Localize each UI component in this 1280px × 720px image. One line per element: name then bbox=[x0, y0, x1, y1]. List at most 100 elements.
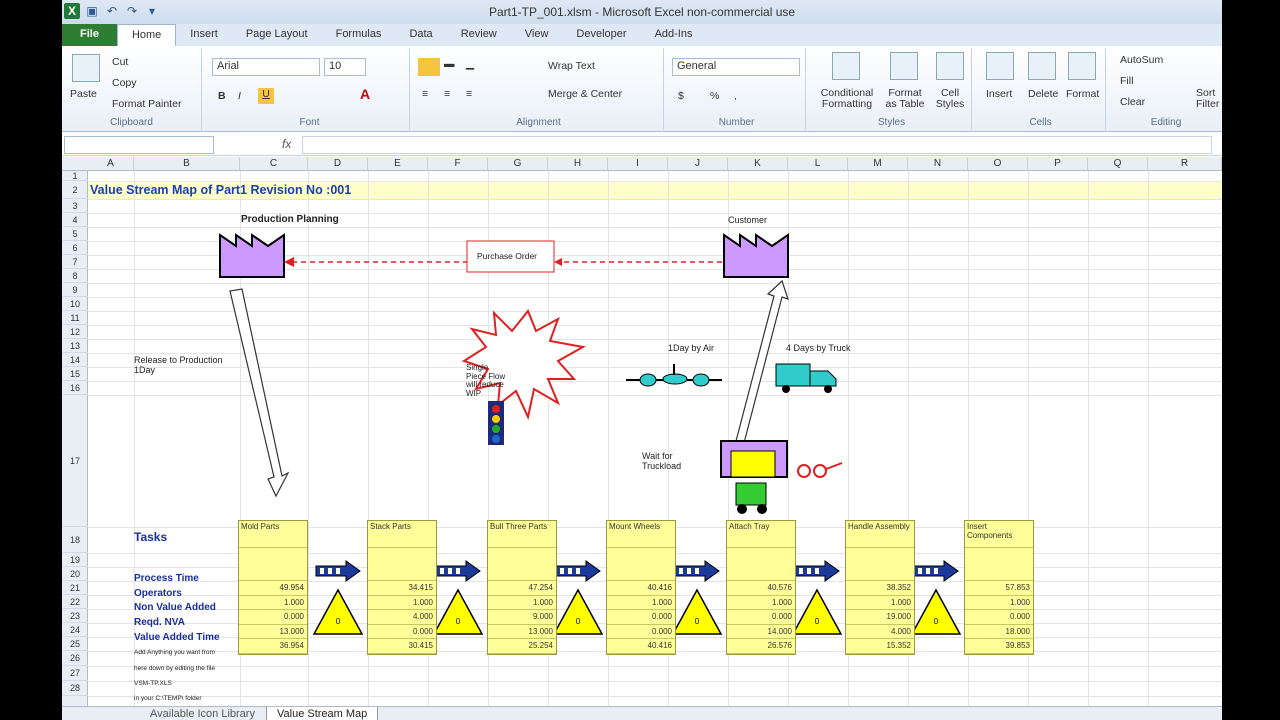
column-header[interactable]: F bbox=[428, 157, 488, 171]
column-header[interactable]: L bbox=[788, 157, 848, 171]
wrap-text-button[interactable]: Wrap Text bbox=[548, 60, 595, 72]
cell-styles-button[interactable]: Cell Styles bbox=[930, 88, 970, 110]
align-right-icon[interactable]: ≡ bbox=[466, 88, 472, 100]
task-value[interactable]: 19.000 bbox=[846, 610, 914, 625]
insert-cells-icon[interactable] bbox=[986, 52, 1014, 80]
row-header[interactable]: 3 bbox=[62, 199, 88, 213]
customer-factory-icon[interactable] bbox=[723, 233, 789, 278]
task-value[interactable]: 36.954 bbox=[239, 639, 307, 654]
task-value[interactable]: 1.000 bbox=[846, 596, 914, 611]
row-header[interactable]: 10 bbox=[62, 297, 88, 311]
column-header[interactable]: O bbox=[968, 157, 1028, 171]
task-value[interactable]: 1.000 bbox=[727, 596, 795, 611]
task-box[interactable]: Stack Parts 34.415 1.000 4.000 0.000 30.415 bbox=[367, 520, 437, 655]
task-value[interactable]: 0.000 bbox=[607, 625, 675, 640]
row-header[interactable]: 16 bbox=[62, 381, 88, 395]
row-header[interactable]: 20 bbox=[62, 567, 88, 581]
format-painter-button[interactable]: Format Painter bbox=[112, 98, 181, 110]
inventory-triangle-icon[interactable] bbox=[552, 588, 604, 635]
column-header[interactable]: E bbox=[368, 157, 428, 171]
underline-button[interactable]: U bbox=[258, 88, 274, 104]
percent-button[interactable]: % bbox=[710, 90, 719, 102]
task-value[interactable]: 13.000 bbox=[488, 625, 556, 640]
format-as-table-icon[interactable] bbox=[890, 52, 918, 80]
column-header[interactable]: K bbox=[728, 157, 788, 171]
task-value[interactable]: 40.576 bbox=[727, 581, 795, 596]
task-value[interactable]: 13.000 bbox=[239, 625, 307, 640]
merge-center-button[interactable]: Merge & Center bbox=[548, 88, 622, 100]
task-value[interactable]: 40.416 bbox=[607, 639, 675, 654]
push-arrow-icon[interactable] bbox=[315, 560, 361, 582]
tab-formulas[interactable]: Formulas bbox=[322, 24, 396, 46]
task-value[interactable]: 1.000 bbox=[965, 596, 1033, 611]
row-header[interactable]: 18 bbox=[62, 527, 88, 553]
row-header[interactable]: 12 bbox=[62, 325, 88, 339]
task-value[interactable]: 15.352 bbox=[846, 639, 914, 654]
inventory-triangle-icon[interactable] bbox=[671, 588, 723, 635]
sheet-tab-vsm[interactable]: Value Stream Map bbox=[266, 707, 379, 720]
column-header[interactable]: J bbox=[668, 157, 728, 171]
cut-button[interactable]: Cut bbox=[112, 56, 128, 68]
row-header[interactable]: 2 bbox=[62, 181, 88, 199]
column-header[interactable]: A bbox=[88, 157, 134, 171]
delete-cells-icon[interactable] bbox=[1028, 52, 1056, 80]
tab-page-layout[interactable]: Page Layout bbox=[232, 24, 322, 46]
row-header[interactable]: 14 bbox=[62, 353, 88, 367]
sort-filter-button[interactable]: Sort Filter bbox=[1196, 88, 1222, 110]
conditional-formatting-icon[interactable] bbox=[832, 52, 860, 80]
delete-cells-button[interactable]: Delete bbox=[1028, 88, 1058, 100]
production-planning-factory-icon[interactable] bbox=[219, 233, 285, 278]
task-value[interactable]: 39.853 bbox=[965, 639, 1033, 654]
shipment-arrow[interactable] bbox=[735, 279, 789, 444]
cell-styles-icon[interactable] bbox=[936, 52, 964, 80]
row-header[interactable]: 4 bbox=[62, 213, 88, 227]
task-value[interactable]: 4.000 bbox=[846, 625, 914, 640]
align-left-icon[interactable]: ≡ bbox=[422, 88, 428, 100]
tab-view[interactable]: View bbox=[511, 24, 563, 46]
row-header[interactable]: 26 bbox=[62, 651, 88, 666]
row-header[interactable]: 15 bbox=[62, 367, 88, 381]
push-arrow-icon[interactable] bbox=[794, 560, 840, 582]
row-header[interactable]: 27 bbox=[62, 666, 88, 681]
copy-button[interactable]: Copy bbox=[112, 77, 137, 89]
push-arrow-icon[interactable] bbox=[435, 560, 481, 582]
task-value[interactable]: 1.000 bbox=[239, 596, 307, 611]
inventory-triangle-icon[interactable] bbox=[910, 588, 962, 635]
number-format-select[interactable]: General bbox=[672, 58, 800, 76]
row-header[interactable]: 7 bbox=[62, 255, 88, 269]
row-header[interactable]: 25 bbox=[62, 637, 88, 651]
push-arrow-icon[interactable] bbox=[555, 560, 601, 582]
tab-file[interactable]: File bbox=[62, 24, 117, 46]
formula-input[interactable] bbox=[302, 136, 1212, 154]
release-push-arrow[interactable] bbox=[229, 288, 290, 498]
currency-button[interactable]: $ bbox=[678, 90, 684, 102]
row-header[interactable]: 9 bbox=[62, 283, 88, 297]
task-value[interactable]: 47.254 bbox=[488, 581, 556, 596]
task-value[interactable]: 0.000 bbox=[965, 610, 1033, 625]
inventory-triangle-icon[interactable] bbox=[312, 588, 364, 635]
insert-cells-button[interactable]: Insert bbox=[986, 88, 1012, 100]
tab-data[interactable]: Data bbox=[395, 24, 446, 46]
column-header[interactable]: D bbox=[308, 157, 368, 171]
row-header[interactable]: 21 bbox=[62, 581, 88, 595]
column-header[interactable]: R bbox=[1148, 157, 1222, 171]
autosum-button[interactable]: AutoSum bbox=[1120, 54, 1163, 66]
task-value[interactable]: 40.416 bbox=[607, 581, 675, 596]
sheet-tab-icon-library[interactable]: Available Icon Library bbox=[140, 707, 265, 720]
align-center-icon[interactable]: ≡ bbox=[444, 88, 450, 100]
column-header[interactable]: M bbox=[848, 157, 908, 171]
row-header[interactable]: 22 bbox=[62, 595, 88, 609]
push-arrow-icon[interactable] bbox=[913, 560, 959, 582]
align-top-icon[interactable] bbox=[418, 58, 440, 76]
format-cells-button[interactable]: Format bbox=[1066, 88, 1099, 100]
push-arrow-icon[interactable] bbox=[674, 560, 720, 582]
task-value[interactable]: 34.415 bbox=[368, 581, 436, 596]
comma-button[interactable]: , bbox=[734, 90, 737, 102]
format-as-table-button[interactable]: Format as Table bbox=[882, 88, 928, 110]
row-header[interactable]: 5 bbox=[62, 227, 88, 241]
truck-icon[interactable] bbox=[775, 363, 837, 393]
task-value[interactable]: 14.000 bbox=[727, 625, 795, 640]
column-header[interactable]: I bbox=[608, 157, 668, 171]
inventory-triangle-icon[interactable] bbox=[432, 588, 484, 635]
task-value[interactable]: 18.000 bbox=[965, 625, 1033, 640]
